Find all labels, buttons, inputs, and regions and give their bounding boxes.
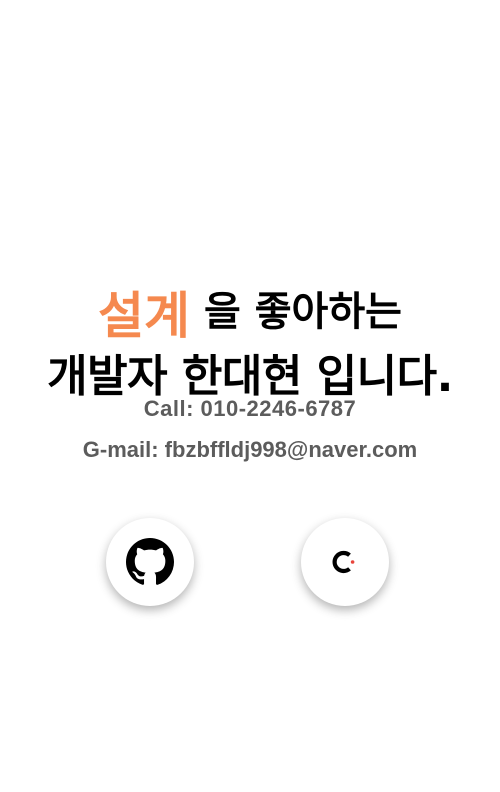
github-icon xyxy=(126,538,174,586)
headline-line-2: 개발자 한대현 입니다. xyxy=(47,351,453,402)
contact-gmail: G-mail: fbzbffldj998@naver.com xyxy=(82,437,418,462)
contact-call: Call: 010-2246-6787 xyxy=(143,396,357,421)
headline-highlight-word: 설계 xyxy=(98,287,191,345)
blog-link-button[interactable] xyxy=(301,518,389,606)
headline-line-1-text: 을 좋아하는 xyxy=(204,289,402,335)
headline-line-1: 설계 을 좋아하는 xyxy=(0,268,500,345)
velog-c-icon xyxy=(325,542,365,582)
github-link-button[interactable] xyxy=(106,518,194,606)
